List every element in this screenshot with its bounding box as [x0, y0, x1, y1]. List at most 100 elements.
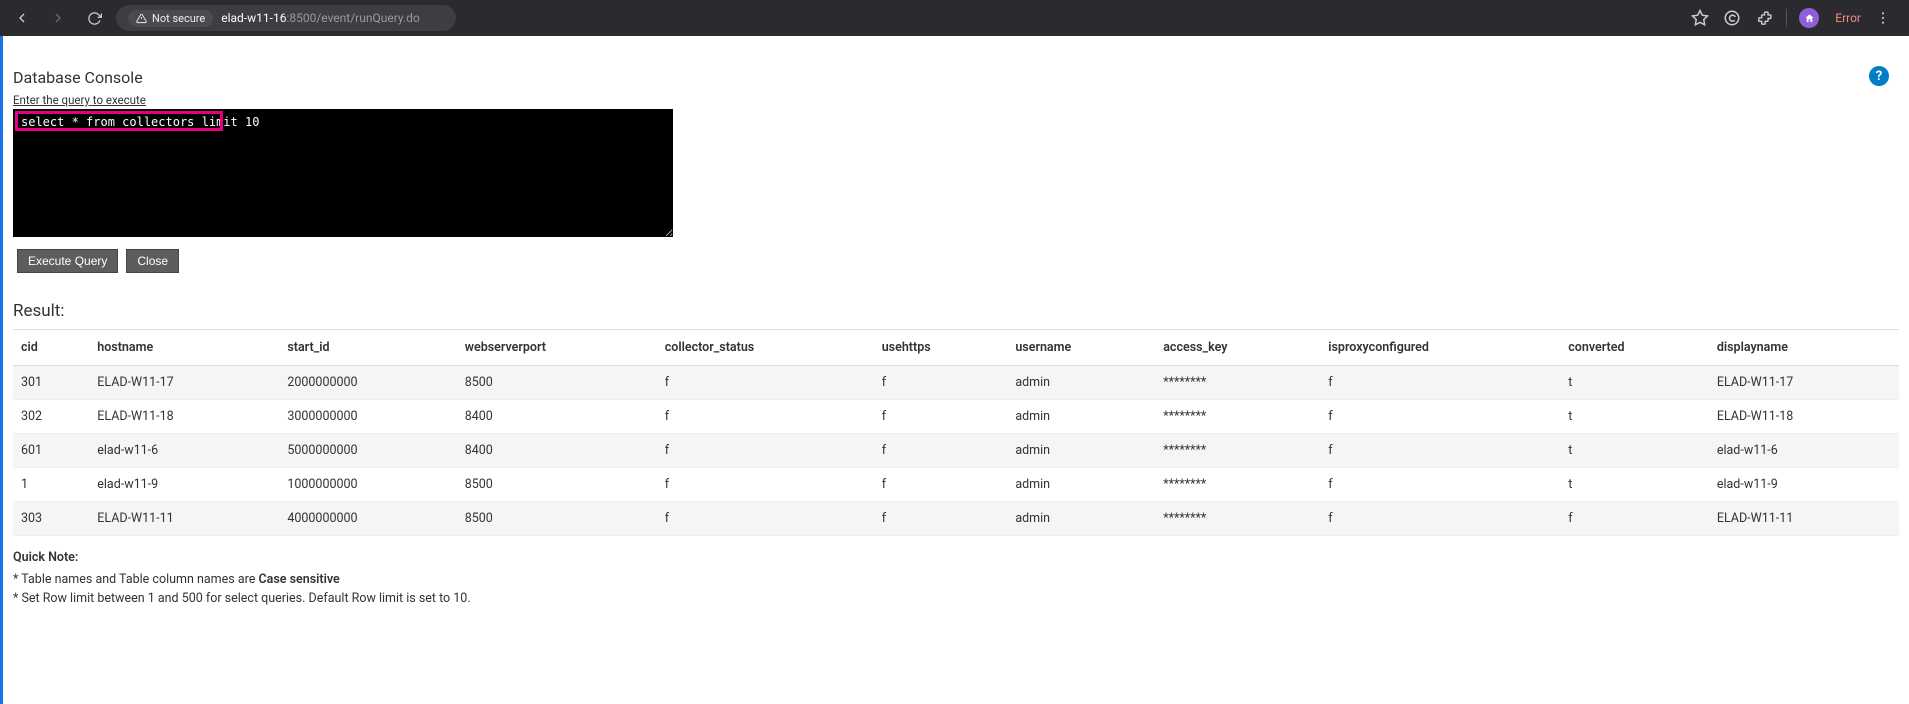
- query-input[interactable]: [13, 109, 673, 237]
- toolbar-divider: [1786, 9, 1787, 27]
- close-button[interactable]: Close: [126, 249, 179, 273]
- table-cell: elad-w11-9: [1709, 468, 1899, 502]
- table-cell: f: [874, 502, 1008, 536]
- table-cell: 8400: [457, 400, 657, 434]
- execute-query-button[interactable]: Execute Query: [17, 249, 118, 273]
- table-cell: f: [657, 502, 874, 536]
- table-cell: f: [874, 366, 1008, 400]
- back-button[interactable]: [8, 4, 36, 32]
- table-row: 303ELAD-W11-1140000000008500ffadmin*****…: [13, 502, 1899, 536]
- table-cell: f: [1320, 468, 1560, 502]
- query-box-container: [13, 109, 673, 241]
- table-cell: 601: [13, 434, 89, 468]
- table-cell: 1: [13, 468, 89, 502]
- table-cell: 8500: [457, 468, 657, 502]
- browser-toolbar: Not secure elad-w11-16:8500/event/runQue…: [0, 0, 1909, 36]
- table-cell: ********: [1155, 434, 1320, 468]
- help-icon[interactable]: ?: [1869, 66, 1889, 86]
- query-label: Enter the query to execute: [13, 93, 1909, 107]
- table-cell: ELAD-W11-18: [1709, 400, 1899, 434]
- reload-button[interactable]: [80, 4, 108, 32]
- col-usehttps: usehttps: [874, 330, 1008, 366]
- table-cell: f: [657, 434, 874, 468]
- table-cell: t: [1560, 400, 1709, 434]
- table-cell: elad-w11-6: [1709, 434, 1899, 468]
- table-cell: admin: [1007, 502, 1155, 536]
- toolbar-right: Error: [1690, 8, 1901, 28]
- table-header-row: cidhostnamestart_idwebserverportcollecto…: [13, 330, 1899, 366]
- table-cell: elad-w11-9: [89, 468, 279, 502]
- table-cell: f: [1320, 502, 1560, 536]
- table-cell: 302: [13, 400, 89, 434]
- not-secure-badge[interactable]: Not secure: [128, 10, 213, 27]
- table-cell: 3000000000: [279, 400, 456, 434]
- error-label[interactable]: Error: [1831, 11, 1861, 25]
- table-cell: ********: [1155, 502, 1320, 536]
- table-cell: admin: [1007, 468, 1155, 502]
- table-cell: f: [1320, 366, 1560, 400]
- col-hostname: hostname: [89, 330, 279, 366]
- table-cell: 303: [13, 502, 89, 536]
- col-webserverport: webserverport: [457, 330, 657, 366]
- button-row: Execute Query Close: [17, 249, 1909, 273]
- quick-note-heading: Quick Note:: [13, 550, 1909, 565]
- table-cell: f: [657, 400, 874, 434]
- col-username: username: [1007, 330, 1155, 366]
- result-table: cidhostnamestart_idwebserverportcollecto…: [13, 329, 1899, 536]
- extensions-icon[interactable]: [1754, 8, 1774, 28]
- table-row: 302ELAD-W11-1830000000008400ffadmin*****…: [13, 400, 1899, 434]
- notes-block: * Table names and Table column names are…: [13, 571, 1909, 609]
- table-cell: admin: [1007, 434, 1155, 468]
- bookmark-star-icon[interactable]: [1690, 8, 1710, 28]
- kebab-menu-icon[interactable]: [1873, 8, 1893, 28]
- col-start_id: start_id: [279, 330, 456, 366]
- table-cell: ********: [1155, 400, 1320, 434]
- table-cell: admin: [1007, 400, 1155, 434]
- table-cell: 2000000000: [279, 366, 456, 400]
- table-cell: ********: [1155, 366, 1320, 400]
- col-cid: cid: [13, 330, 89, 366]
- table-row: 301ELAD-W11-1720000000008500ffadmin*****…: [13, 366, 1899, 400]
- col-displayname: displayname: [1709, 330, 1899, 366]
- home-icon: [1804, 13, 1815, 24]
- table-cell: t: [1560, 434, 1709, 468]
- forward-button[interactable]: [44, 4, 72, 32]
- table-cell: ELAD-W11-11: [1709, 502, 1899, 536]
- table-cell: 1000000000: [279, 468, 456, 502]
- profile-avatar[interactable]: [1799, 8, 1819, 28]
- table-cell: t: [1560, 366, 1709, 400]
- table-cell: admin: [1007, 366, 1155, 400]
- table-cell: f: [1320, 400, 1560, 434]
- table-cell: f: [874, 400, 1008, 434]
- col-isproxyconfigured: isproxyconfigured: [1320, 330, 1560, 366]
- note-line-1: * Table names and Table column names are…: [13, 571, 1909, 590]
- not-secure-label: Not secure: [152, 12, 205, 25]
- table-cell: f: [874, 434, 1008, 468]
- grammarly-icon[interactable]: [1722, 8, 1742, 28]
- table-row: 601elad-w11-650000000008400ffadmin******…: [13, 434, 1899, 468]
- table-row: 1elad-w11-910000000008500ffadmin********…: [13, 468, 1899, 502]
- table-cell: ELAD-W11-11: [89, 502, 279, 536]
- table-cell: 8500: [457, 502, 657, 536]
- table-cell: ELAD-W11-18: [89, 400, 279, 434]
- table-cell: ELAD-W11-17: [89, 366, 279, 400]
- col-collector_status: collector_status: [657, 330, 874, 366]
- table-cell: ELAD-W11-17: [1709, 366, 1899, 400]
- table-cell: f: [657, 468, 874, 502]
- table-cell: f: [874, 468, 1008, 502]
- note-line-2: * Set Row limit between 1 and 500 for se…: [13, 590, 1909, 609]
- table-body: 301ELAD-W11-1720000000008500ffadmin*****…: [13, 366, 1899, 536]
- page-body: ? Database Console Enter the query to ex…: [0, 36, 1909, 704]
- table-cell: ********: [1155, 468, 1320, 502]
- col-converted: converted: [1560, 330, 1709, 366]
- address-bar[interactable]: Not secure elad-w11-16:8500/event/runQue…: [116, 5, 456, 31]
- result-heading: Result:: [13, 301, 1909, 321]
- table-cell: 5000000000: [279, 434, 456, 468]
- table-cell: elad-w11-6: [89, 434, 279, 468]
- table-cell: f: [1320, 434, 1560, 468]
- table-cell: 301: [13, 366, 89, 400]
- table-cell: 8500: [457, 366, 657, 400]
- table-cell: f: [1560, 502, 1709, 536]
- col-access_key: access_key: [1155, 330, 1320, 366]
- table-cell: f: [657, 366, 874, 400]
